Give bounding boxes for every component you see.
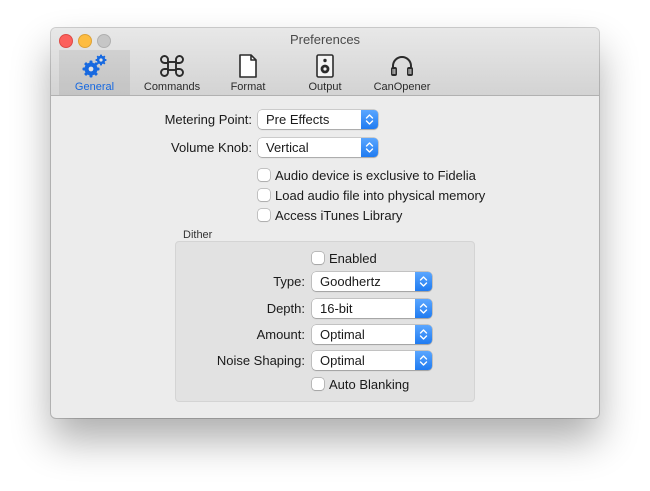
auto-blanking-checkbox[interactable]: Auto Blanking (312, 376, 409, 392)
tab-output[interactable]: Output (298, 50, 352, 95)
tab-canopener[interactable]: CanOpener (371, 50, 433, 95)
volume-knob-popup[interactable]: Vertical (258, 138, 378, 157)
command-icon (160, 55, 184, 77)
dither-group-title: Dither (183, 229, 213, 241)
tab-format[interactable]: Format (221, 50, 275, 95)
tab-label: Output (308, 81, 342, 93)
dither-amount-label: Amount: (256, 327, 305, 342)
metering-point-popup[interactable]: Pre Effects (258, 110, 378, 129)
headphones-icon (391, 56, 413, 76)
metering-point-value: Pre Effects (266, 112, 330, 127)
tab-label: Format (230, 81, 266, 93)
checkbox-label: Auto Blanking (329, 376, 410, 392)
tab-general[interactable]: General (59, 50, 130, 95)
updown-arrows-icon (415, 351, 432, 370)
tab-label: CanOpener (373, 81, 431, 93)
noise-shaping-label: Noise Shaping: (216, 353, 305, 368)
document-icon (239, 54, 257, 78)
dither-depth-value: 16-bit (320, 301, 353, 316)
dither-type-popup[interactable]: Goodhertz (312, 272, 432, 291)
checkbox-box[interactable] (312, 252, 324, 264)
title-bar: Preferences General Commands Format Outp… (51, 28, 599, 96)
updown-arrows-icon (361, 110, 378, 129)
dither-amount-value: Optimal (320, 327, 365, 342)
dither-type-value: Goodhertz (320, 274, 381, 289)
updown-arrows-icon (415, 325, 432, 344)
dither-enabled-checkbox[interactable]: Enabled (312, 250, 377, 266)
tab-label: Commands (143, 81, 201, 93)
metering-point-label: Metering Point: (164, 112, 252, 127)
volume-knob-value: Vertical (266, 140, 309, 155)
checkbox-label: Load audio file into physical memory (275, 187, 486, 203)
noise-shaping-popup[interactable]: Optimal (312, 351, 432, 370)
noise-shaping-value: Optimal (320, 353, 365, 368)
gears-icon (82, 54, 106, 78)
checkbox-label: Audio device is exclusive to Fidelia (275, 167, 476, 183)
updown-arrows-icon (415, 299, 432, 318)
updown-arrows-icon (415, 272, 432, 291)
preferences-window: Preferences General Commands Format Outp… (51, 28, 599, 418)
dither-depth-label: Depth: (266, 301, 305, 316)
checkbox-box[interactable] (258, 209, 270, 221)
checkbox-box[interactable] (258, 169, 270, 181)
itunes-library-checkbox[interactable]: Access iTunes Library (258, 207, 402, 223)
volume-knob-label: Volume Knob: (171, 140, 252, 155)
tab-label: General (74, 81, 115, 93)
updown-arrows-icon (361, 138, 378, 157)
speaker-icon (316, 54, 334, 78)
tab-commands[interactable]: Commands (139, 50, 205, 95)
dither-depth-popup[interactable]: 16-bit (312, 299, 432, 318)
checkbox-box[interactable] (258, 189, 270, 201)
checkbox-box[interactable] (312, 378, 324, 390)
exclusive-device-checkbox[interactable]: Audio device is exclusive to Fidelia (258, 167, 476, 183)
checkbox-label: Enabled (329, 250, 377, 266)
dither-amount-popup[interactable]: Optimal (312, 325, 432, 344)
checkbox-label: Access iTunes Library (275, 207, 403, 223)
window-title: Preferences (289, 32, 361, 47)
dither-type-label: Type: (273, 274, 305, 289)
load-into-memory-checkbox[interactable]: Load audio file into physical memory (258, 187, 485, 203)
